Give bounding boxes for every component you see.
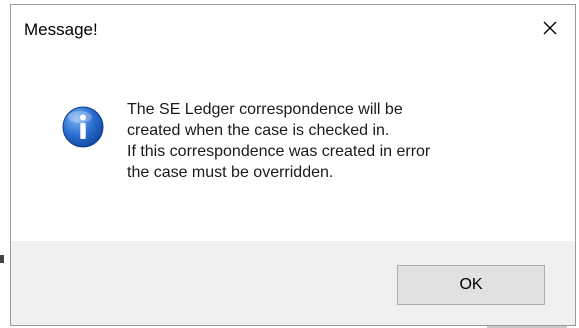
message-line: The SE Ledger correspondence will be — [127, 101, 403, 118]
dialog-message: The SE Ledger correspondence will be cre… — [127, 99, 547, 183]
message-line: the case must be overridden. — [127, 164, 334, 181]
background-fragment — [0, 255, 4, 263]
screen: Message! The SE Ledger correspondence wi… — [0, 0, 579, 328]
message-line: created when the case is checked in. — [127, 122, 390, 139]
dialog-titlebar: Message! — [11, 5, 575, 57]
close-icon — [543, 21, 557, 35]
dialog-title: Message! — [24, 20, 98, 39]
dialog-footer: OK — [11, 241, 575, 325]
ok-button[interactable]: OK — [397, 265, 545, 305]
close-button[interactable] — [533, 11, 567, 45]
info-icon — [62, 106, 104, 148]
message-dialog: Message! The SE Ledger correspondence wi… — [10, 4, 576, 326]
message-line: If this correspondence was created in er… — [127, 143, 431, 160]
dialog-content: The SE Ledger correspondence will be cre… — [11, 57, 575, 241]
